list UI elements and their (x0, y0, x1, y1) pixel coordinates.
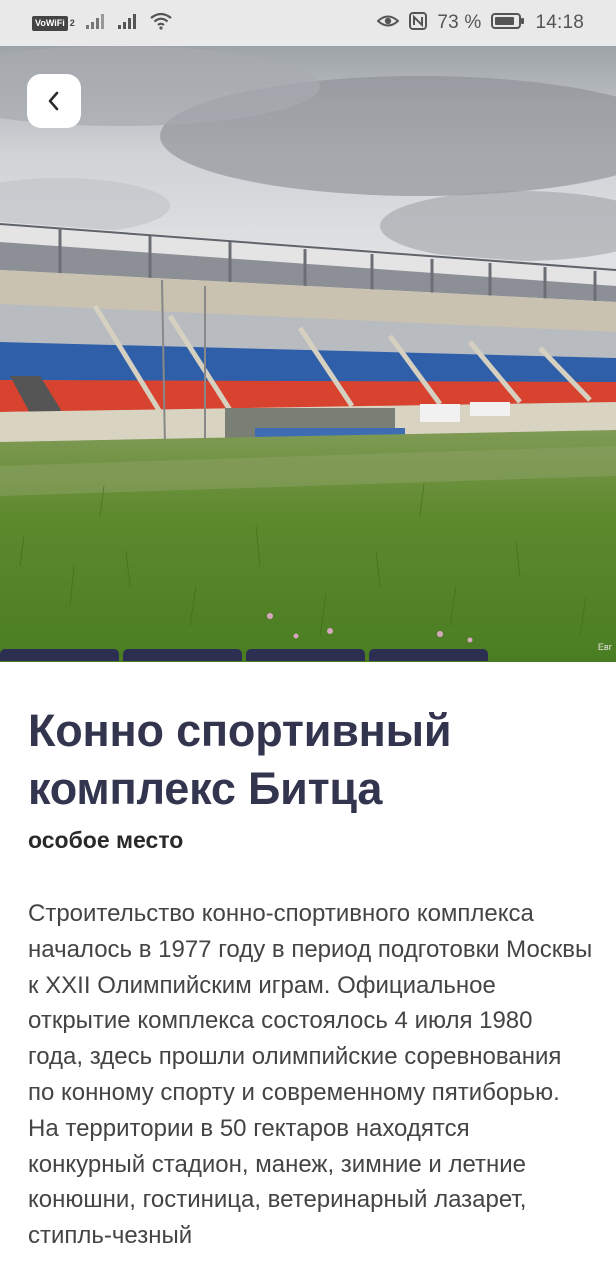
signal-icon (117, 13, 139, 34)
pager-segment[interactable] (123, 649, 242, 661)
place-content: Конно спортивный комплекс Битца особое м… (28, 702, 593, 1254)
status-right: 73 % 14:18 (376, 11, 584, 35)
wifi-icon (149, 12, 173, 35)
eye-icon (376, 13, 400, 34)
vowifi-sub: 2 (69, 18, 75, 28)
chevron-left-icon (48, 91, 59, 111)
vowifi-icon: VoWiFi 2 (32, 15, 75, 31)
pager-segment[interactable] (246, 649, 365, 661)
pager-segment[interactable] (369, 649, 488, 661)
signal-icon (85, 13, 107, 34)
stadium-photo (0, 46, 616, 662)
status-left: VoWiFi 2 (32, 12, 173, 35)
gallery-pager (0, 649, 616, 661)
battery-percent: 73 % (437, 12, 482, 33)
place-description: Строительство конно-спортивного комплекс… (28, 900, 593, 1250)
place-title: Конно спортивный комплекс Битца (28, 705, 452, 814)
status-bar: VoWiFi 2 73 % 14:18 (0, 0, 616, 46)
hero-photo (0, 46, 616, 662)
nfc-icon (409, 11, 428, 35)
pager-segment[interactable] (0, 649, 119, 661)
place-subtitle: особое место (28, 827, 184, 853)
vowifi-label: VoWiFi (32, 15, 68, 31)
place-detail-screen: VoWiFi 2 73 % 14:18 Eвг Конно спортивный… (0, 0, 616, 1280)
battery-icon (491, 12, 525, 34)
clock: 14:18 (535, 12, 584, 33)
back-button[interactable] (27, 74, 81, 128)
